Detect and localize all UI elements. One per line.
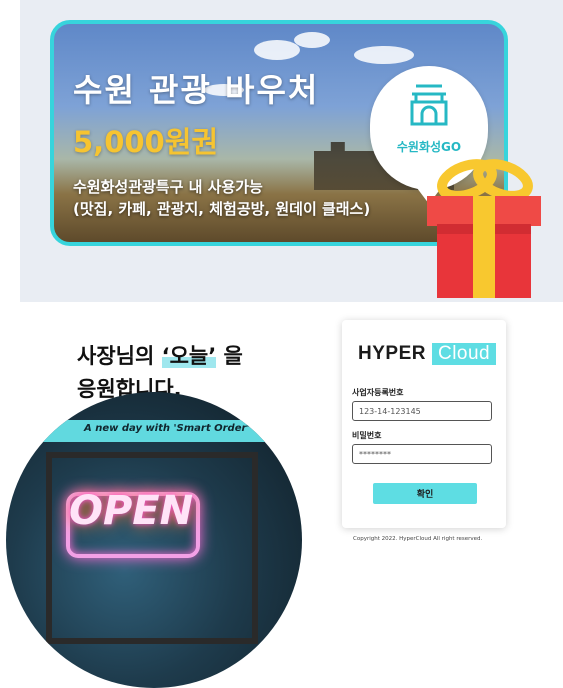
cloud-decoration	[254, 40, 300, 60]
password-label: 비밀번호	[352, 431, 382, 440]
confirm-button[interactable]: 확인	[373, 483, 477, 504]
business-number-input[interactable]	[352, 401, 492, 421]
smart-order-tagline: A new day with 'Smart Order'	[84, 423, 250, 434]
brand-hyper: HYPER	[358, 343, 426, 364]
promo-highlight: ‘오늘’	[161, 344, 217, 368]
voucher-title: 수원 관광 바우처	[73, 71, 320, 109]
voucher-description: 수원화성관광특구 내 사용가능 (맛집, 카페, 관광지, 체험공방, 원데이 …	[73, 176, 370, 220]
tagline-bar: A new day with 'Smart Order'	[6, 420, 302, 442]
voucher-amount: 5,000원권	[73, 125, 219, 159]
voucher-banner-section: 수원 관광 바우처 5,000원권 수원화성관광특구 내 사용가능 (맛집, 카…	[20, 0, 563, 302]
fortress-gate-icon	[410, 84, 448, 126]
promo-line1-suffix: 을	[216, 344, 243, 368]
voucher-description-line: 수원화성관광특구 내 사용가능	[73, 178, 263, 196]
brand-logo: HYPER Cloud	[358, 343, 497, 365]
cloud-decoration	[354, 46, 414, 64]
cloud-decoration	[294, 32, 330, 48]
password-input[interactable]	[352, 444, 492, 464]
open-sign-photo: A new day with 'Smart Order' OPEN	[6, 392, 302, 688]
business-number-label: 사업자등록번호	[352, 388, 404, 397]
brand-cloud: Cloud	[431, 343, 497, 365]
neon-open-text: OPEN	[68, 488, 194, 534]
promo-line1-prefix: 사장님의	[77, 344, 162, 368]
voucher-description-line: (맛집, 카페, 관광지, 체험공방, 원데이 클래스)	[73, 200, 371, 218]
copyright-text: Copyright 2022. HyperCloud All right res…	[353, 536, 483, 542]
gift-box-icon	[427, 159, 541, 298]
login-card: HYPERCloud 사업자등록번호 비밀번호 확인	[342, 320, 506, 528]
suwon-go-label: 수원화성GO	[396, 140, 462, 154]
